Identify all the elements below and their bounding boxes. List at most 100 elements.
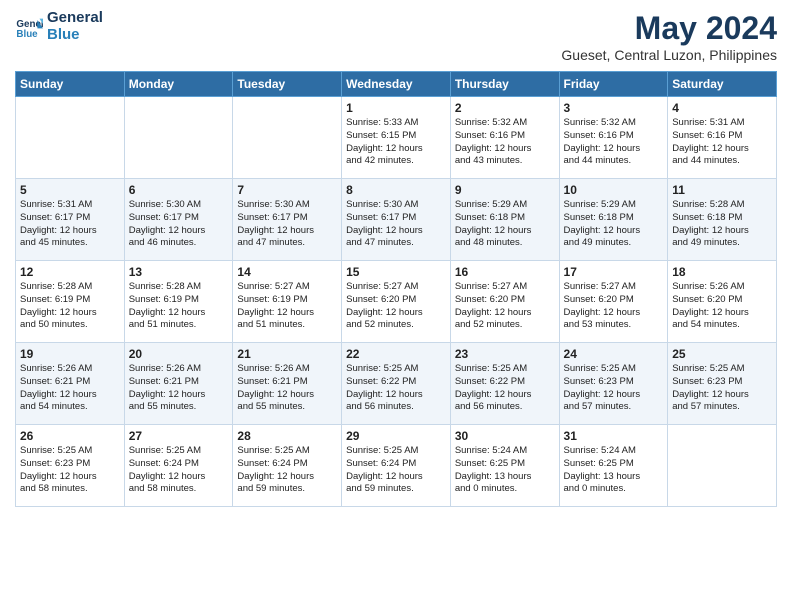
day-number: 9 [455,183,555,197]
day-number: 5 [20,183,120,197]
calendar-cell [233,97,342,179]
day-info: Sunrise: 5:25 AM Sunset: 6:24 PM Dayligh… [237,445,337,496]
day-info: Sunrise: 5:33 AM Sunset: 6:15 PM Dayligh… [346,117,446,168]
day-info: Sunrise: 5:25 AM Sunset: 6:23 PM Dayligh… [672,363,772,414]
day-info: Sunrise: 5:25 AM Sunset: 6:22 PM Dayligh… [455,363,555,414]
calendar-cell: 30Sunrise: 5:24 AM Sunset: 6:25 PM Dayli… [450,425,559,507]
day-info: Sunrise: 5:26 AM Sunset: 6:21 PM Dayligh… [20,363,120,414]
day-number: 19 [20,347,120,361]
day-number: 23 [455,347,555,361]
day-number: 11 [672,183,772,197]
calendar-cell: 2Sunrise: 5:32 AM Sunset: 6:16 PM Daylig… [450,97,559,179]
calendar-cell [124,97,233,179]
week-row-5: 26 Sunrise: 5:25 AM Sunset: 6:23 PM Dayli… [16,425,777,507]
day-info: Sunrise: 5:29 AM Sunset: 6:18 PM Dayligh… [455,199,555,250]
day-number: 20 [129,347,229,361]
calendar-cell: 27 Sunrise: 5:25 AM Sunset: 6:24 PM Dayli… [124,425,233,507]
title-block: May 2024 Gueset, Central Luzon, Philippi… [561,10,777,63]
page-header: General Blue General Blue May 2024 Guese… [15,10,777,63]
day-number: 25 [672,347,772,361]
day-number: 16 [455,265,555,279]
day-info: Sunrise: 5:25 AM Sunset: 6:22 PM Dayligh… [346,363,446,414]
day-info: Sunrise: 5:27 AM Sunset: 6:20 PM Dayligh… [564,281,664,332]
day-number: 1 [346,101,446,115]
calendar-cell: 12Sunrise: 5:28 AM Sunset: 6:19 PM Dayli… [16,261,125,343]
day-info: Sunrise: 5:25 AM Sunset: 6:23 PM Dayligh… [20,445,120,496]
calendar-cell: 22 Sunrise: 5:25 AM Sunset: 6:22 PM Dayli… [342,343,451,425]
day-info: Sunrise: 5:27 AM Sunset: 6:19 PM Dayligh… [237,281,337,332]
day-info: Sunrise: 5:26 AM Sunset: 6:21 PM Dayligh… [237,363,337,414]
calendar-cell: 25 Sunrise: 5:25 AM Sunset: 6:23 PM Dayli… [668,343,777,425]
header-saturday: Saturday [668,72,777,97]
calendar-cell: 14 Sunrise: 5:27 AM Sunset: 6:19 PM Dayli… [233,261,342,343]
day-number: 30 [455,429,555,443]
day-info: Sunrise: 5:31 AM Sunset: 6:17 PM Dayligh… [20,199,120,250]
svg-text:Blue: Blue [16,28,38,39]
day-number: 15 [346,265,446,279]
day-number: 26 [20,429,120,443]
calendar-cell [668,425,777,507]
week-row-3: 12Sunrise: 5:28 AM Sunset: 6:19 PM Dayli… [16,261,777,343]
day-info: Sunrise: 5:28 AM Sunset: 6:19 PM Dayligh… [20,281,120,332]
day-info: Sunrise: 5:28 AM Sunset: 6:18 PM Dayligh… [672,199,772,250]
day-info: Sunrise: 5:25 AM Sunset: 6:24 PM Dayligh… [129,445,229,496]
calendar-cell: 28 Sunrise: 5:25 AM Sunset: 6:24 PM Dayli… [233,425,342,507]
calendar-cell: 15 Sunrise: 5:27 AM Sunset: 6:20 PM Dayli… [342,261,451,343]
day-number: 13 [129,265,229,279]
calendar-cell: 7 Sunrise: 5:30 AM Sunset: 6:17 PM Daylig… [233,179,342,261]
week-row-1: 1 Sunrise: 5:33 AM Sunset: 6:15 PM Daylig… [16,97,777,179]
header-sunday: Sunday [16,72,125,97]
calendar-cell: 3Sunrise: 5:32 AM Sunset: 6:16 PM Daylig… [559,97,668,179]
calendar-cell: 9 Sunrise: 5:29 AM Sunset: 6:18 PM Daylig… [450,179,559,261]
subtitle: Gueset, Central Luzon, Philippines [561,47,777,63]
day-number: 14 [237,265,337,279]
day-number: 6 [129,183,229,197]
day-info: Sunrise: 5:25 AM Sunset: 6:24 PM Dayligh… [346,445,446,496]
calendar-cell: 13 Sunrise: 5:28 AM Sunset: 6:19 PM Dayli… [124,261,233,343]
calendar-cell: 4 Sunrise: 5:31 AM Sunset: 6:16 PM Daylig… [668,97,777,179]
week-row-2: 5 Sunrise: 5:31 AM Sunset: 6:17 PM Daylig… [16,179,777,261]
logo-icon: General Blue [15,13,43,41]
day-info: Sunrise: 5:26 AM Sunset: 6:20 PM Dayligh… [672,281,772,332]
day-info: Sunrise: 5:27 AM Sunset: 6:20 PM Dayligh… [346,281,446,332]
day-number: 22 [346,347,446,361]
header-tuesday: Tuesday [233,72,342,97]
day-number: 18 [672,265,772,279]
calendar-cell: 24Sunrise: 5:25 AM Sunset: 6:23 PM Dayli… [559,343,668,425]
day-number: 29 [346,429,446,443]
calendar-cell: 8Sunrise: 5:30 AM Sunset: 6:17 PM Daylig… [342,179,451,261]
day-number: 21 [237,347,337,361]
day-number: 28 [237,429,337,443]
day-info: Sunrise: 5:27 AM Sunset: 6:20 PM Dayligh… [455,281,555,332]
calendar-cell: 23 Sunrise: 5:25 AM Sunset: 6:22 PM Dayli… [450,343,559,425]
day-info: Sunrise: 5:30 AM Sunset: 6:17 PM Dayligh… [237,199,337,250]
day-number: 7 [237,183,337,197]
calendar-cell: 5 Sunrise: 5:31 AM Sunset: 6:17 PM Daylig… [16,179,125,261]
day-number: 24 [564,347,664,361]
header-thursday: Thursday [450,72,559,97]
day-info: Sunrise: 5:29 AM Sunset: 6:18 PM Dayligh… [564,199,664,250]
day-info: Sunrise: 5:31 AM Sunset: 6:16 PM Dayligh… [672,117,772,168]
day-number: 27 [129,429,229,443]
logo-text-blue: Blue [47,27,103,44]
calendar-cell: 29 Sunrise: 5:25 AM Sunset: 6:24 PM Dayli… [342,425,451,507]
day-number: 17 [564,265,664,279]
calendar-cell: 17 Sunrise: 5:27 AM Sunset: 6:20 PM Dayli… [559,261,668,343]
calendar-cell: 31 Sunrise: 5:24 AM Sunset: 6:25 PM Dayli… [559,425,668,507]
calendar-cell: 19 Sunrise: 5:26 AM Sunset: 6:21 PM Dayli… [16,343,125,425]
day-info: Sunrise: 5:32 AM Sunset: 6:16 PM Dayligh… [564,117,664,168]
header-row: SundayMondayTuesdayWednesdayThursdayFrid… [16,72,777,97]
day-info: Sunrise: 5:32 AM Sunset: 6:16 PM Dayligh… [455,117,555,168]
day-info: Sunrise: 5:30 AM Sunset: 6:17 PM Dayligh… [129,199,229,250]
header-friday: Friday [559,72,668,97]
day-info: Sunrise: 5:24 AM Sunset: 6:25 PM Dayligh… [564,445,664,496]
calendar-cell: 26 Sunrise: 5:25 AM Sunset: 6:23 PM Dayli… [16,425,125,507]
day-number: 4 [672,101,772,115]
calendar-table: SundayMondayTuesdayWednesdayThursdayFrid… [15,71,777,507]
main-title: May 2024 [561,10,777,47]
day-number: 31 [564,429,664,443]
calendar-cell: 21 Sunrise: 5:26 AM Sunset: 6:21 PM Dayli… [233,343,342,425]
calendar-cell: 6 Sunrise: 5:30 AM Sunset: 6:17 PM Daylig… [124,179,233,261]
calendar-cell: 20Sunrise: 5:26 AM Sunset: 6:21 PM Dayli… [124,343,233,425]
day-info: Sunrise: 5:28 AM Sunset: 6:19 PM Dayligh… [129,281,229,332]
